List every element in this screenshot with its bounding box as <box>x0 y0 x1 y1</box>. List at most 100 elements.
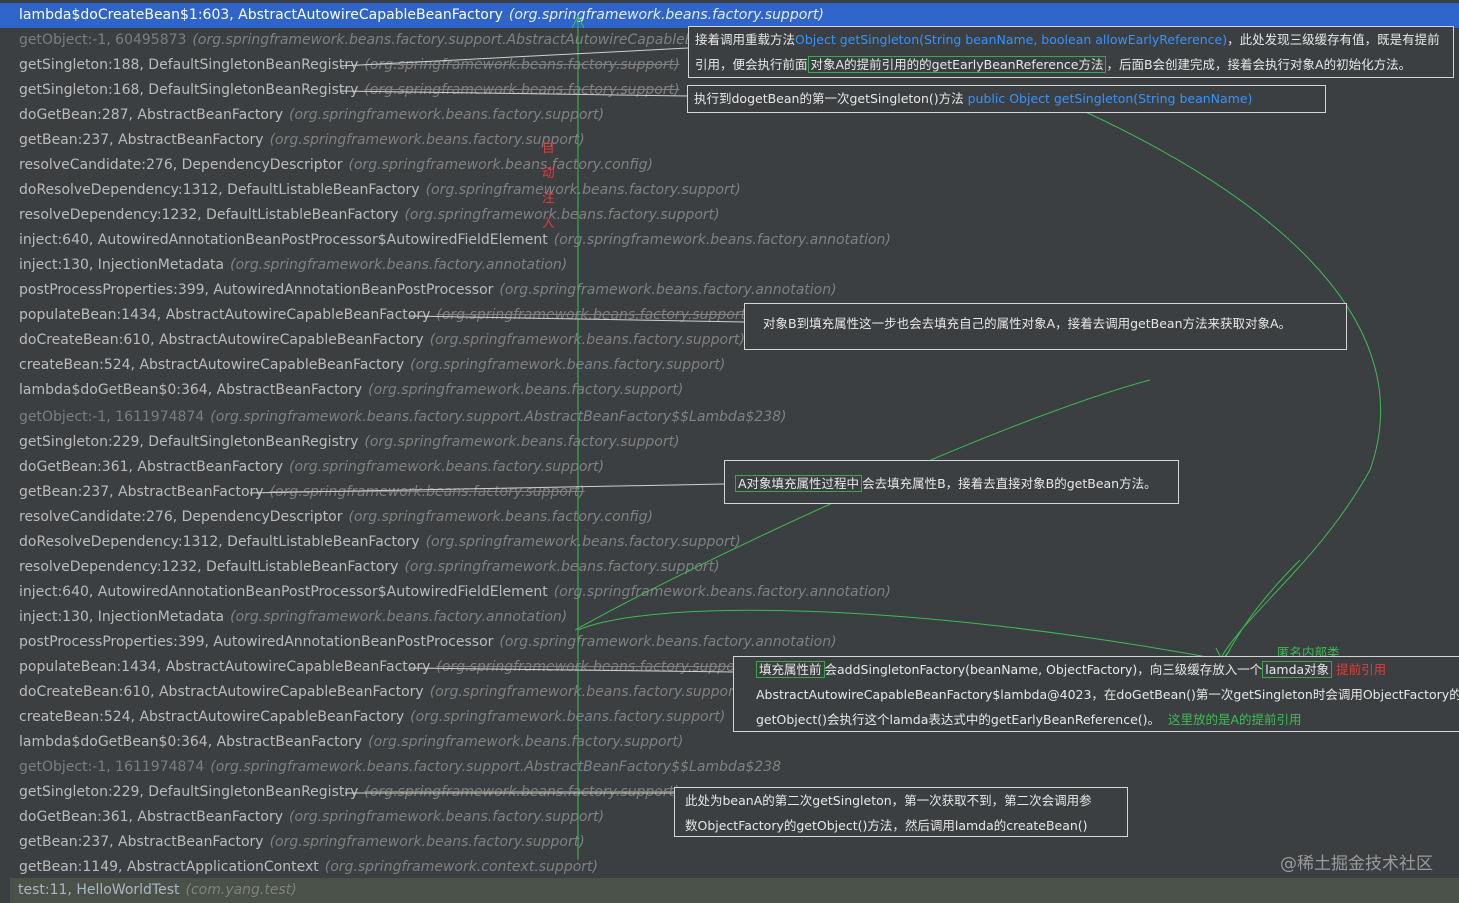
frame-method: doGetBean:361, AbstractBeanFactory <box>19 459 283 475</box>
frame-package: (org.springframework.beans.factory.suppo… <box>364 434 680 450</box>
frame-package: (org.springframework.beans.factory.confi… <box>348 509 653 525</box>
side-red-char: 入 <box>542 215 555 230</box>
note-text: ，后面B会创建完成，接着会执行对象A的初始化方法。 <box>1106 57 1412 72</box>
stack-frame-row[interactable]: postProcessProperties:399, AutowiredAnno… <box>10 630 837 655</box>
frame-package: (org.springframework.beans.factory.suppo… <box>404 207 720 223</box>
stack-frame-row[interactable]: populateBean:1434, AbstractAutowireCapab… <box>10 655 752 680</box>
stack-frame-row[interactable]: getSingleton:188, DefaultSingletonBeanRe… <box>10 53 680 78</box>
stack-frame-row[interactable]: populateBean:1434, AbstractAutowireCapab… <box>10 303 752 328</box>
frame-package: (org.springframework.beans.factory.annot… <box>499 634 837 650</box>
frame-package: (org.springframework.beans.factory.suppo… <box>508 7 824 23</box>
note-text: 执行到dogetBean的第一次getSingleton()方法 <box>694 91 968 106</box>
stack-frame-row[interactable]: doGetBean:361, AbstractBeanFactory (org.s… <box>10 455 604 480</box>
stack-frame-row[interactable]: createBean:524, AbstractAutowireCapableB… <box>10 705 725 730</box>
stack-frame-row[interactable]: inject:640, AutowiredAnnotationBeanPostP… <box>10 580 891 605</box>
stack-frame-row[interactable]: doResolveDependency:1312, DefaultListabl… <box>10 530 741 555</box>
frame-method: doResolveDependency:1312, DefaultListabl… <box>19 534 420 550</box>
frame-package: (org.springframework.beans.factory.suppo… <box>364 82 680 98</box>
stack-frame-row[interactable]: resolveDependency:1232, DefaultListableB… <box>10 203 720 228</box>
frame-package: (org.springframework.beans.factory.suppo… <box>368 382 684 398</box>
frame-method: createBean:524, AbstractAutowireCapableB… <box>19 709 405 725</box>
frame-method: inject:640, AutowiredAnnotationBeanPostP… <box>19 232 548 248</box>
stack-frame-row[interactable]: doGetBean:361, AbstractBeanFactory (org.s… <box>10 805 604 830</box>
note-text: 此处为beanA的第二次getSingleton，第一次获取不到，第二次会调用参 <box>685 793 1092 808</box>
frame-method: getObject:-1, 1611974874 <box>19 409 205 425</box>
frame-package: (org.springframework.beans.factory.suppo… <box>425 534 741 550</box>
frame-method: doGetBean:361, AbstractBeanFactory <box>19 809 283 825</box>
note-code: Object getSingleton(String beanName, boo… <box>795 32 1228 47</box>
note-green-label: 这里放的是A的提前引用 <box>1168 712 1302 727</box>
stack-frame-row[interactable]: lambda$doCreateBean$1:603, AbstractAutow… <box>0 3 1459 28</box>
frame-package: (org.springframework.beans.factory.suppo… <box>364 784 680 800</box>
stack-frame-row[interactable]: lambda$doGetBean$0:364, AbstractBeanFact… <box>10 730 683 755</box>
note-text: 数ObjectFactory的getObject()方法，然后调用lamda的c… <box>685 818 1088 833</box>
stack-frame-row[interactable]: inject:640, AutowiredAnnotationBeanPostP… <box>10 228 891 253</box>
frame-method: lambda$doGetBean$0:364, AbstractBeanFact… <box>19 382 363 398</box>
note-text: 引用，便会执行前面 <box>695 57 808 72</box>
stack-frame-row[interactable]: resolveDependency:1232, DefaultListableB… <box>10 555 720 580</box>
stack-frame-row[interactable]: getObject:-1, 1611974874 (org.springframe… <box>10 755 781 780</box>
stack-frame-row[interactable]: inject:130, InjectionMetadata (org.spring… <box>10 253 567 278</box>
note-text: 接着调用重载方法 <box>695 32 796 47</box>
side-red-char: 自 <box>542 140 555 155</box>
stack-frame-row[interactable]: doCreateBean:610, AbstractAutowireCapabl… <box>10 680 745 705</box>
note-getsingleton-overload: 接着调用重载方法Object getSingleton(String beanN… <box>688 26 1454 78</box>
frame-method: getSingleton:168, DefaultSingletonBeanRe… <box>19 82 359 98</box>
frame-method: getSingleton:229, DefaultSingletonBeanRe… <box>19 434 359 450</box>
frame-method: resolveDependency:1232, DefaultListableB… <box>19 207 399 223</box>
note-first-getsingleton: 执行到dogetBean的第一次getSingleton()方法 public … <box>687 85 1326 113</box>
stack-frame-row[interactable]: doCreateBean:610, AbstractAutowireCapabl… <box>10 328 745 353</box>
note-highlight: 填充属性前 <box>756 661 825 678</box>
note-highlight: 对象A的提前引用的的getEarlyBeanReference方法 <box>807 56 1107 73</box>
stack-frame-row[interactable]: test:11, HelloWorldTest (com.yang.test) <box>10 878 1459 903</box>
frame-method: inject:640, AutowiredAnnotationBeanPostP… <box>19 584 548 600</box>
frame-package: (org.springframework.beans.factory.suppo… <box>210 409 787 425</box>
stack-frame-row[interactable]: postProcessProperties:399, AutowiredAnno… <box>10 278 837 303</box>
frame-package: (org.springframework.beans.factory.suppo… <box>429 684 745 700</box>
frame-package: (org.springframework.beans.factory.annot… <box>553 232 891 248</box>
frame-package: (org.springframework.beans.factory.suppo… <box>425 182 741 198</box>
stack-frame-row[interactable]: resolveCandidate:276, DependencyDescript… <box>10 505 653 530</box>
note-text: getObject()会执行这个lamda表达式中的getEarlyBeanRe… <box>756 712 1161 727</box>
frame-method: createBean:524, AbstractAutowireCapableB… <box>19 357 405 373</box>
frame-method: lambda$doCreateBean$1:603, AbstractAutow… <box>19 7 503 23</box>
frame-package: (org.springframework.beans.factory.suppo… <box>429 332 745 348</box>
stack-frame-row[interactable]: getBean:237, AbstractBeanFactory (org.spr… <box>10 480 585 505</box>
stack-frame-row[interactable]: getBean:1149, AbstractApplicationContext… <box>10 855 598 880</box>
stack-frame-row[interactable]: lambda$doGetBean$0:364, AbstractBeanFact… <box>10 378 683 403</box>
stack-frame-row[interactable]: createBean:524, AbstractAutowireCapableB… <box>10 353 725 378</box>
stack-frame-row[interactable]: getBean:237, AbstractBeanFactory (org.spr… <box>10 830 585 855</box>
stack-frame-row[interactable]: doResolveDependency:1312, DefaultListabl… <box>10 178 741 203</box>
frame-method: resolveCandidate:276, DependencyDescript… <box>19 157 343 173</box>
frame-method: getObject:-1, 60495873 <box>19 32 187 48</box>
frame-method: postProcessProperties:399, AutowiredAnno… <box>19 282 494 298</box>
stack-frame-row[interactable]: getSingleton:229, DefaultSingletonBeanRe… <box>10 430 680 455</box>
stack-frame-row[interactable]: getObject:-1, 1611974874 (org.springframe… <box>10 405 786 430</box>
frame-method: postProcessProperties:399, AutowiredAnno… <box>19 634 494 650</box>
frame-method: lambda$doGetBean$0:364, AbstractBeanFact… <box>19 734 363 750</box>
guide-curve <box>1049 95 1381 657</box>
frame-package: (org.springframework.beans.factory.suppo… <box>289 809 605 825</box>
note-text: ，此处发现三级缓存有值，既是有提前 <box>1227 32 1440 47</box>
frame-method: inject:130, InjectionMetadata <box>19 609 225 625</box>
frame-package: (org.springframework.beans.factory.suppo… <box>289 107 605 123</box>
note-b-populate: 对象B到填充属性这一步也会去填充自己的属性对象A，接着去调用getBean方法来… <box>744 303 1347 350</box>
frame-method: getObject:-1, 1611974874 <box>19 759 205 775</box>
note-add-singleton-factory: 填充属性前 会addSingletonFactory(beanName, Obje… <box>733 656 1459 732</box>
frame-package: (org.springframework.beans.factory.suppo… <box>192 32 729 48</box>
stack-frame-row[interactable]: resolveCandidate:276, DependencyDescript… <box>10 153 653 178</box>
note-text: 对象B到填充属性这一步也会去填充自己的属性对象A，接着去调用getBean方法来… <box>763 316 1292 331</box>
stack-frame-row[interactable]: getObject:-1, 60495873 (org.springframewo… <box>10 28 728 53</box>
stack-frame-row[interactable]: doGetBean:287, AbstractBeanFactory (org.s… <box>10 103 604 128</box>
frame-package: (org.springframework.beans.factory.suppo… <box>410 709 726 725</box>
stack-frame-row[interactable]: inject:130, InjectionMetadata (org.spring… <box>10 605 567 630</box>
watermark: @稀土掘金技术社区 <box>1280 854 1433 874</box>
frame-package: (org.springframework.beans.factory.suppo… <box>410 357 726 373</box>
frame-package: (org.springframework.beans.factory.suppo… <box>436 307 752 323</box>
frame-method: populateBean:1434, AbstractAutowireCapab… <box>19 307 431 323</box>
stack-frame-row[interactable]: getSingleton:229, DefaultSingletonBeanRe… <box>10 780 680 805</box>
frame-method: getBean:237, AbstractBeanFactory <box>19 834 264 850</box>
stack-frame-row[interactable]: getSingleton:168, DefaultSingletonBeanRe… <box>10 78 680 103</box>
frame-method: doCreateBean:610, AbstractAutowireCapabl… <box>19 332 424 348</box>
stack-frame-row[interactable]: getBean:237, AbstractBeanFactory (org.spr… <box>10 128 585 153</box>
